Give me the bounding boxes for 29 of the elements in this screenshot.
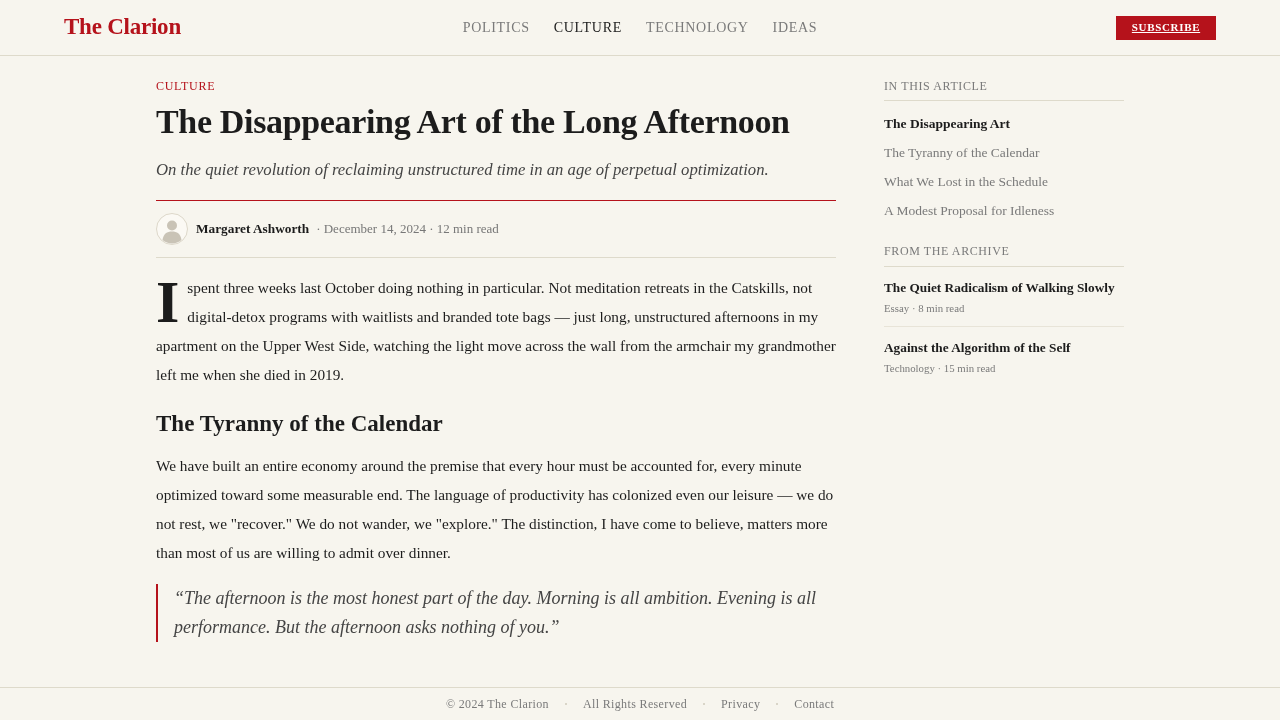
footer-link[interactable]: All Rights Reserved [582,695,688,713]
nav-link[interactable]: CULTURE [553,17,622,38]
article-title: The Disappearing Art of the Long Afternoon [156,102,790,142]
body-paragraph: We have built an entire economy around the premise that every hour must be accounted for, every minute optimized toward some measurable end. The language of productivity has colonized even our leisure — we do not rest, we "recover." We do not wander, we "explore." The distinction, I have come to believe, matters more than most of us are willing to admit over dinner. [156,456,835,563]
toc-link[interactable]: A Modest Proposal for Idleness [884,196,1055,225]
toc-link[interactable]: The Tyranny of the Calendar [884,138,1040,167]
archive-article-meta: Essay · 8 min read [884,301,965,316]
footer-link[interactable]: Privacy [721,695,761,713]
toc-link[interactable]: The Disappearing Art [884,109,1010,138]
archive-article-link[interactable]: Against the Algorithm of the Self [884,338,1071,358]
archive-article-meta: Technology · 15 min read [884,361,996,376]
user-avatar-icon [156,213,188,245]
article-subtitle: On the quiet revolution of reclaiming unstructured time in an age of perpetual optimization. [156,159,769,181]
author-name[interactable]: Margaret Ashworth [196,219,310,239]
article-meta: · December 14, 2024 · 12 min read [316,220,499,239]
site-logo[interactable]: The Clarion [64,14,181,40]
subscribe-button[interactable]: SUBSCRIBE [1116,15,1216,40]
pull-quote: “The afternoon is the most honest part of the day. Morning is all ambition. Evening is all performance. But the afternoon asks nothing of you.” [156,584,836,642]
category-label: CULTURE [156,78,216,94]
sidebar-heading: IN THIS ARTICLE [884,78,988,94]
nav-link[interactable]: TECHNOLOGY [645,17,749,38]
nav-link[interactable]: POLITICS [462,17,530,38]
sidebar-heading: FROM THE ARCHIVE [884,243,1010,259]
footer-link[interactable]: Contact [794,695,835,713]
archive-article-link[interactable]: The Quiet Radicalism of Walking Slowly [884,278,1115,298]
section-heading: The Tyranny of the Calendar [156,410,443,438]
toc-link[interactable]: What We Lost in the Schedule [884,167,1048,196]
footer-link[interactable]: © 2024 The Clarion [445,695,549,713]
nav-link[interactable]: IDEAS [772,17,818,38]
